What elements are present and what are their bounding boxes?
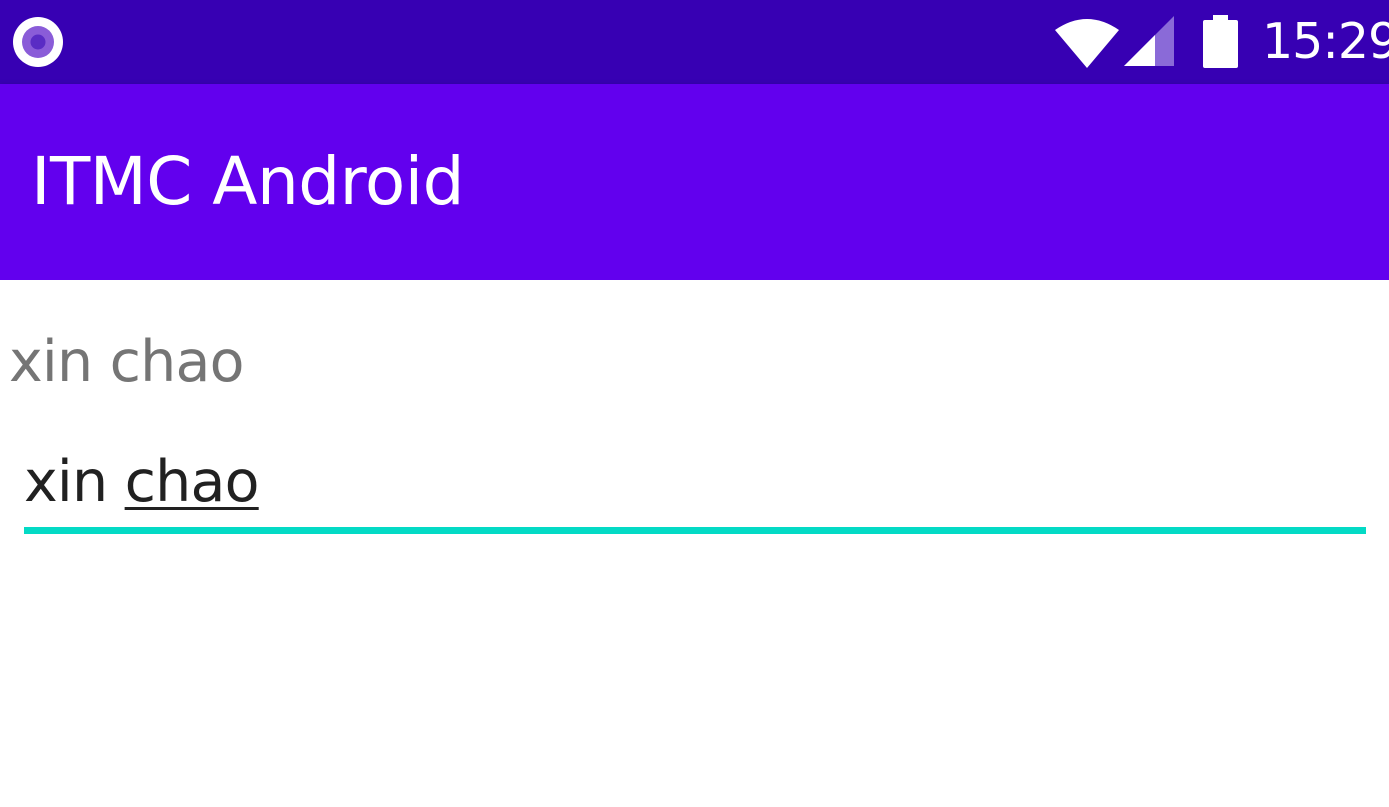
edit-text-committed: xin — [24, 449, 125, 515]
app-bar: ITMC Android — [0, 84, 1389, 280]
cell-signal-icon — [1124, 16, 1174, 66]
edit-text-value[interactable]: xin chao — [24, 443, 260, 521]
wifi-icon — [1055, 19, 1119, 68]
status-clock: 15:29 — [1262, 13, 1389, 70]
main-content: xin chao xin chao — [0, 280, 1389, 807]
battery-icon — [1203, 15, 1238, 68]
edit-text-underline — [24, 527, 1366, 534]
notification-dot-icon — [13, 17, 63, 67]
edit-text-field[interactable]: xin chao — [24, 443, 1366, 534]
edit-text-composing: chao — [124, 449, 260, 515]
app-title: ITMC Android — [31, 143, 464, 220]
text-view: xin chao — [9, 329, 244, 395]
status-bar: 15:29 — [0, 0, 1389, 84]
